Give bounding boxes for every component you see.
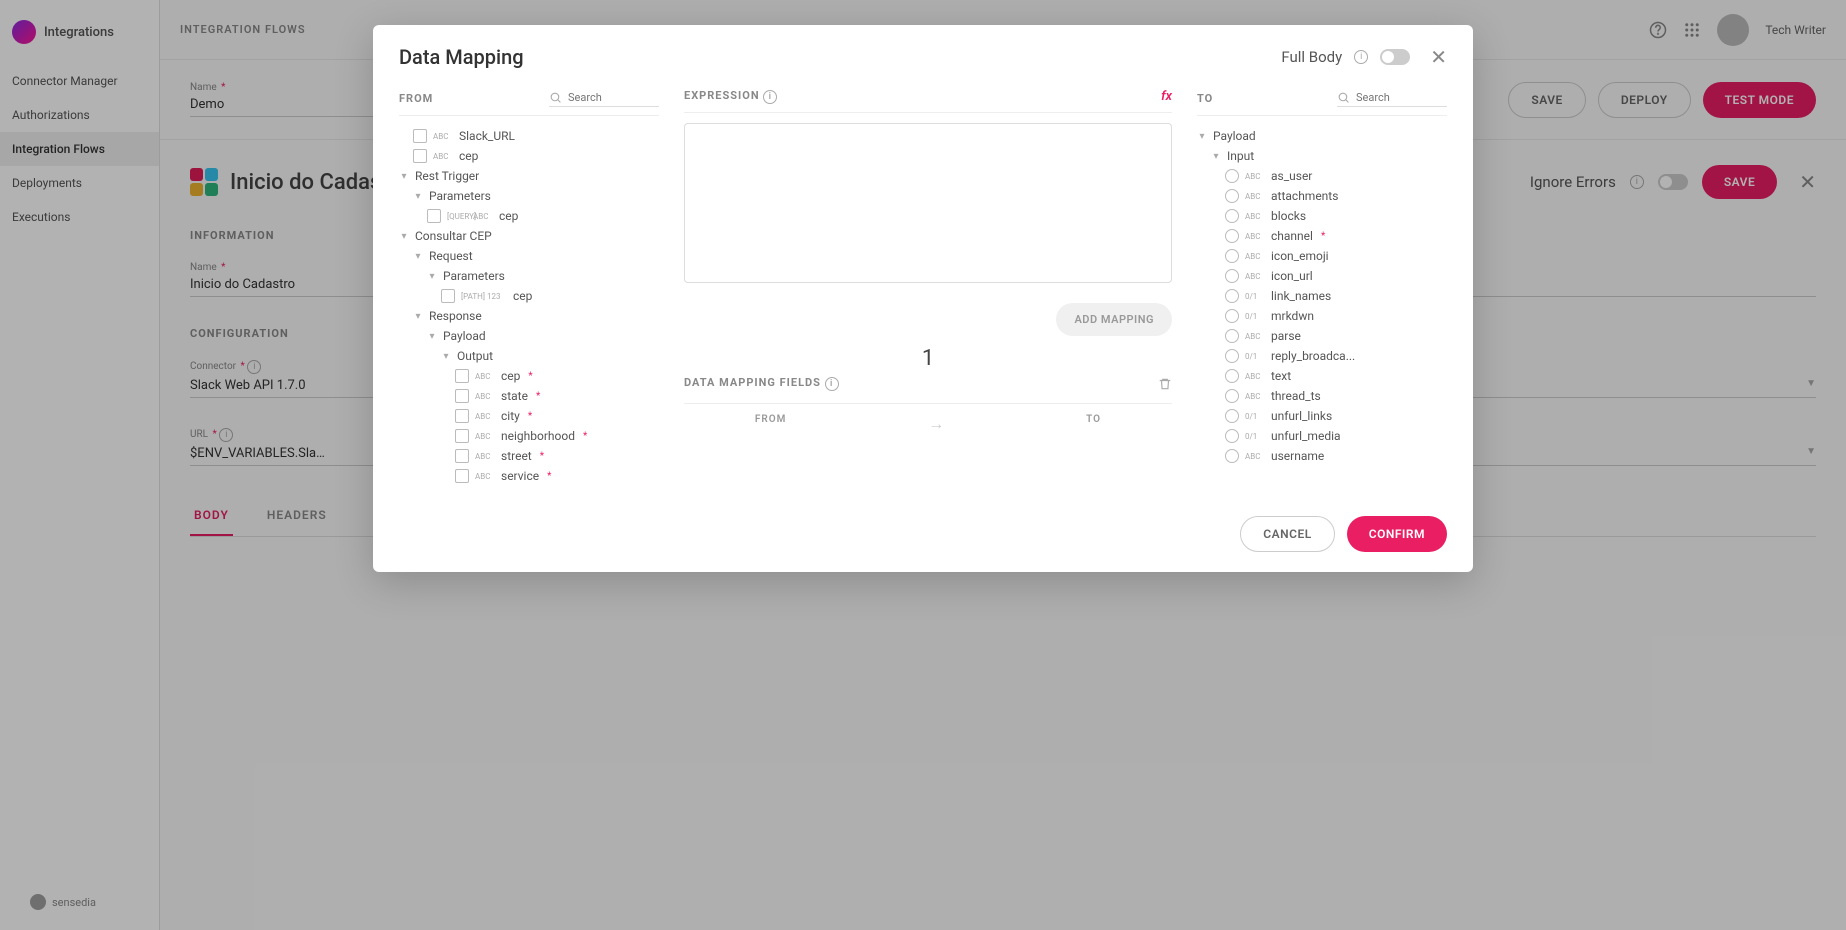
modal-header-right: Full Body i ✕	[1281, 45, 1447, 69]
from-tree: ABCSlack_URL ABCcep ▾Rest Trigger ▾Param…	[399, 126, 659, 486]
tree-item[interactable]: ABCcep	[399, 146, 659, 166]
tree-item[interactable]: [QUERY]ABCcep	[399, 206, 659, 226]
chevron-down-icon: ▾	[427, 271, 437, 282]
tree-item[interactable]: ABCcep*	[399, 366, 659, 386]
tree-item[interactable]: 0/1reply_broadca...	[1197, 346, 1447, 366]
tree-item[interactable]: ABCicon_url	[1197, 266, 1447, 286]
chevron-down-icon: ▾	[427, 331, 437, 342]
tree-item[interactable]: ABCservice*	[399, 466, 659, 486]
tree-item[interactable]: 0/1unfurl_links	[1197, 406, 1447, 426]
to-tree: ▾Payload ▾Input ABCas_user ABCattachment…	[1197, 126, 1447, 466]
tree-item[interactable]: ABCstate*	[399, 386, 659, 406]
fields-table-header: FROM → TO	[684, 403, 1172, 444]
info-icon[interactable]: i	[825, 377, 839, 391]
expression-column: EXPRESSION i fx ADD MAPPING 1 DATA MAPPI…	[669, 89, 1187, 486]
tree-item[interactable]: ABCusername	[1197, 446, 1447, 466]
from-title: FROM	[399, 92, 433, 105]
fields-to-header: TO	[1086, 414, 1101, 434]
fields-from-header: FROM	[755, 414, 787, 434]
chevron-down-icon: ▾	[441, 351, 451, 362]
tree-group[interactable]: ▾Parameters	[399, 186, 659, 206]
tree-item[interactable]: ABCicon_emoji	[1197, 246, 1447, 266]
to-title: TO	[1197, 92, 1213, 105]
modal-header: Data Mapping Full Body i ✕	[373, 25, 1473, 89]
tree-item[interactable]: ABCattachments	[1197, 186, 1447, 206]
modal-footer: CANCEL CONFIRM	[373, 496, 1473, 572]
chevron-down-icon: ▾	[413, 311, 423, 322]
to-search[interactable]	[1337, 89, 1447, 107]
expression-editor[interactable]	[684, 123, 1172, 283]
tree-group[interactable]: ▾Consultar CEP	[399, 226, 659, 246]
to-search-input[interactable]	[1356, 91, 1436, 104]
tree-item[interactable]: ABCtext	[1197, 366, 1447, 386]
tree-group[interactable]: ▾Input	[1197, 146, 1447, 166]
trash-icon[interactable]	[1158, 377, 1172, 391]
tree-item[interactable]: ABCneighborhood*	[399, 426, 659, 446]
tree-item[interactable]: ABCchannel*	[1197, 226, 1447, 246]
data-mapping-modal: Data Mapping Full Body i ✕ FROM A	[373, 25, 1473, 572]
tree-item[interactable]: ABCparse	[1197, 326, 1447, 346]
tree-item[interactable]: 0/1unfurl_media	[1197, 426, 1447, 446]
tree-group[interactable]: ▾Payload	[1197, 126, 1447, 146]
modal-overlay: Data Mapping Full Body i ✕ FROM A	[0, 0, 1846, 930]
modal-body: FROM ABCSlack_URL ABCcep ▾Rest Trigger ▾…	[373, 89, 1473, 496]
full-body-label: Full Body	[1281, 48, 1342, 66]
chevron-down-icon: ▾	[1197, 131, 1207, 142]
page-number: 1	[922, 346, 934, 371]
fields-title: DATA MAPPING FIELDS	[684, 376, 821, 389]
data-mapping-fields: 1 DATA MAPPING FIELDS i FROM → TO	[684, 376, 1172, 444]
tree-group[interactable]: ▾Parameters	[399, 266, 659, 286]
fx-icon[interactable]: fx	[1161, 89, 1172, 104]
chevron-down-icon: ▾	[399, 171, 409, 182]
tree-item[interactable]: [PATH]123cep	[399, 286, 659, 306]
cancel-button[interactable]: CANCEL	[1240, 516, 1334, 552]
close-modal-icon[interactable]: ✕	[1430, 45, 1447, 69]
tree-group[interactable]: ▾Output	[399, 346, 659, 366]
modal-title: Data Mapping	[399, 45, 524, 69]
tree-item[interactable]: ABCas_user	[1197, 166, 1447, 186]
from-search[interactable]	[549, 89, 659, 107]
tree-group[interactable]: ▾Request	[399, 246, 659, 266]
add-mapping-button[interactable]: ADD MAPPING	[1056, 303, 1172, 336]
chevron-down-icon: ▾	[1211, 151, 1221, 162]
tree-item[interactable]: ABCblocks	[1197, 206, 1447, 226]
from-search-input[interactable]	[568, 91, 648, 104]
chevron-down-icon: ▾	[399, 231, 409, 242]
arrow-right-icon: →	[928, 414, 944, 434]
info-icon[interactable]: i	[1354, 50, 1368, 64]
search-icon	[549, 91, 562, 104]
info-icon[interactable]: i	[763, 90, 777, 104]
from-column: FROM ABCSlack_URL ABCcep ▾Rest Trigger ▾…	[399, 89, 669, 486]
tree-group[interactable]: ▾Payload	[399, 326, 659, 346]
confirm-button[interactable]: CONFIRM	[1347, 516, 1447, 552]
tree-item[interactable]: ABCcity*	[399, 406, 659, 426]
tree-item[interactable]: ABCstreet*	[399, 446, 659, 466]
tree-item[interactable]: ABCSlack_URL	[399, 126, 659, 146]
chevron-down-icon: ▾	[413, 191, 423, 202]
expression-title: EXPRESSION	[684, 89, 760, 102]
full-body-toggle[interactable]	[1380, 49, 1410, 65]
to-column: TO ▾Payload ▾Input ABCas_user ABCattachm…	[1187, 89, 1447, 486]
tree-group[interactable]: ▾Response	[399, 306, 659, 326]
search-icon	[1337, 91, 1350, 104]
tree-item[interactable]: ABCthread_ts	[1197, 386, 1447, 406]
tree-item[interactable]: 0/1link_names	[1197, 286, 1447, 306]
chevron-down-icon: ▾	[413, 251, 423, 262]
tree-group[interactable]: ▾Rest Trigger	[399, 166, 659, 186]
tree-item[interactable]: 0/1mrkdwn	[1197, 306, 1447, 326]
